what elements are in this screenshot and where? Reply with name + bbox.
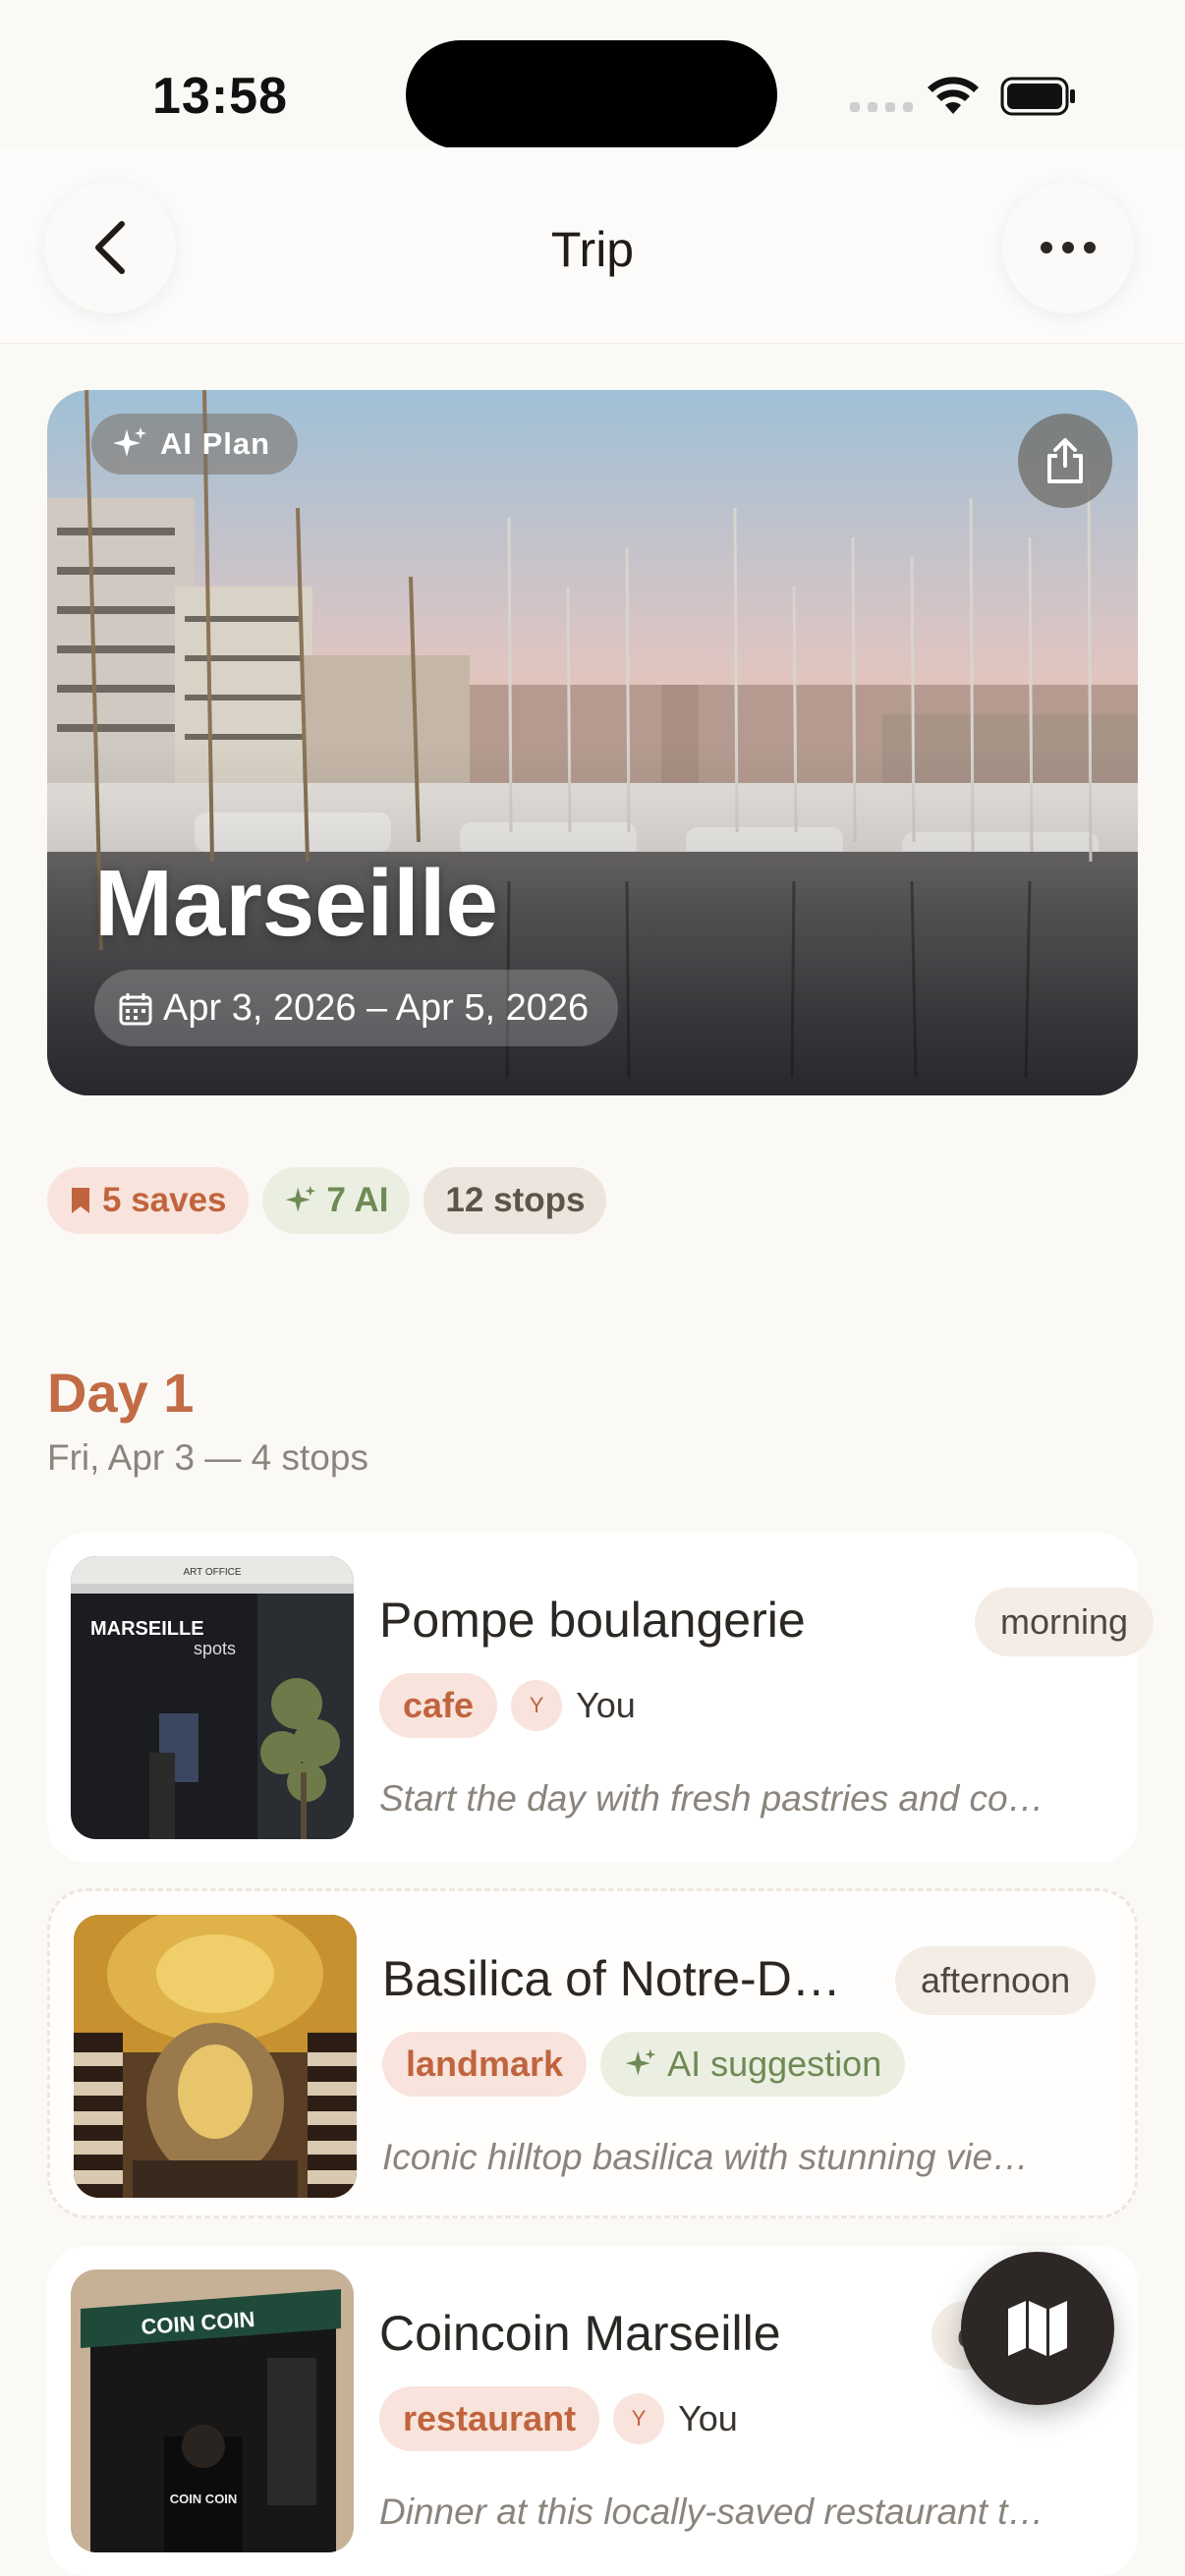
- stops-count: 12 stops: [445, 1181, 586, 1219]
- trip-dates-text: Apr 3, 2026 – Apr 5, 2026: [163, 986, 590, 1029]
- stop-name: Basilica of Notre-D…: [382, 1951, 841, 2006]
- saves-count: 5 saves: [102, 1181, 227, 1219]
- ai-suggestion-label: AI suggestion: [667, 2044, 882, 2084]
- wifi-icon: [928, 77, 979, 114]
- sparkles-icon: [113, 427, 146, 457]
- status-time: 13:58: [152, 68, 288, 125]
- bookmark-icon: [72, 1188, 89, 1213]
- ai-count: 7 AI: [326, 1181, 389, 1219]
- stop-card-ai-suggestion[interactable]: Basilica of Notre-D… afternoon landmark …: [47, 1888, 1138, 2218]
- author-name: You: [678, 2398, 738, 2438]
- basilica-interior-photo: [74, 1915, 357, 2198]
- bakery-storefront-photo: ART OFFICE MARSEILLE spots: [71, 1556, 354, 1839]
- stop-thumbnail: ART OFFICE MARSEILLE spots: [71, 1556, 354, 1839]
- stop-description: Dinner at this locally-saved restaurant …: [379, 2492, 1044, 2532]
- share-button[interactable]: [1018, 414, 1112, 508]
- author-name: You: [576, 1685, 636, 1725]
- thumb-sign-sub: spots: [194, 1639, 236, 1658]
- cellular-signal-icon: [850, 102, 913, 112]
- ai-suggestion-tag: AI suggestion: [600, 2032, 906, 2097]
- sparkles-icon: [285, 1185, 315, 1212]
- ellipsis-icon: [1041, 242, 1096, 253]
- more-options-button[interactable]: [1002, 182, 1134, 313]
- sparkles-icon: [625, 2048, 656, 2076]
- dynamic-island: [406, 40, 777, 149]
- category-tag: landmark: [382, 2032, 588, 2097]
- day-title: Day 1: [47, 1362, 195, 1424]
- share-icon: [1047, 438, 1083, 483]
- avatar: Y: [511, 1680, 563, 1731]
- stop-name: Pompe boulangerie: [379, 1593, 806, 1648]
- category-tag: cafe: [379, 1673, 498, 1738]
- avatar: Y: [613, 2393, 665, 2444]
- stop-name: Coincoin Marseille: [379, 2306, 781, 2361]
- map-icon: [1008, 2301, 1067, 2356]
- stop-card[interactable]: ART OFFICE MARSEILLE spots Pompe boulang…: [47, 1533, 1155, 1863]
- navigation-header: Trip: [0, 147, 1185, 344]
- saves-chip[interactable]: 5 saves: [47, 1167, 249, 1234]
- time-of-day-badge: afternoon: [895, 1946, 1097, 2015]
- ai-plan-badge: AI Plan: [91, 414, 299, 475]
- ai-plan-label: AI Plan: [160, 426, 271, 461]
- map-view-button[interactable]: [961, 2252, 1114, 2405]
- day-subtitle: Fri, Apr 3 — 4 stops: [47, 1437, 368, 1478]
- stop-meta-row: restaurant Y You: [379, 2386, 738, 2451]
- stop-thumbnail: [74, 1915, 357, 2198]
- stop-meta-row: landmark AI suggestion: [382, 2032, 906, 2097]
- thumb-shirt-text: COIN COIN: [170, 2492, 238, 2506]
- stop-description: Start the day with fresh pastries and co…: [379, 1778, 1044, 1819]
- category-tag: restaurant: [379, 2386, 600, 2451]
- stop-thumbnail: COIN COIN COIN COIN: [71, 2269, 354, 2552]
- trip-summary-chips: 5 saves 7 AI 12 stops: [47, 1167, 607, 1234]
- thumb-sign-top: ART OFFICE: [183, 1567, 241, 1578]
- trip-hero-card[interactable]: AI Plan Marseille Apr 3, 2026 – Apr 5, 2…: [47, 390, 1138, 1095]
- trip-date-range[interactable]: Apr 3, 2026 – Apr 5, 2026: [94, 970, 619, 1046]
- stop-meta-row: cafe Y You: [379, 1673, 636, 1738]
- ai-chip[interactable]: 7 AI: [261, 1167, 411, 1234]
- restaurant-storefront-photo: COIN COIN COIN COIN: [71, 2269, 354, 2552]
- trip-city-title: Marseille: [94, 851, 498, 956]
- battery-icon: [1000, 77, 1075, 116]
- thumb-sign-main: MARSEILLE: [90, 1618, 204, 1640]
- stop-description: Iconic hilltop basilica with stunning vi…: [382, 2137, 1030, 2177]
- time-of-day-badge: morning: [975, 1588, 1155, 1656]
- stops-chip[interactable]: 12 stops: [423, 1167, 607, 1234]
- calendar-icon: [119, 993, 152, 1026]
